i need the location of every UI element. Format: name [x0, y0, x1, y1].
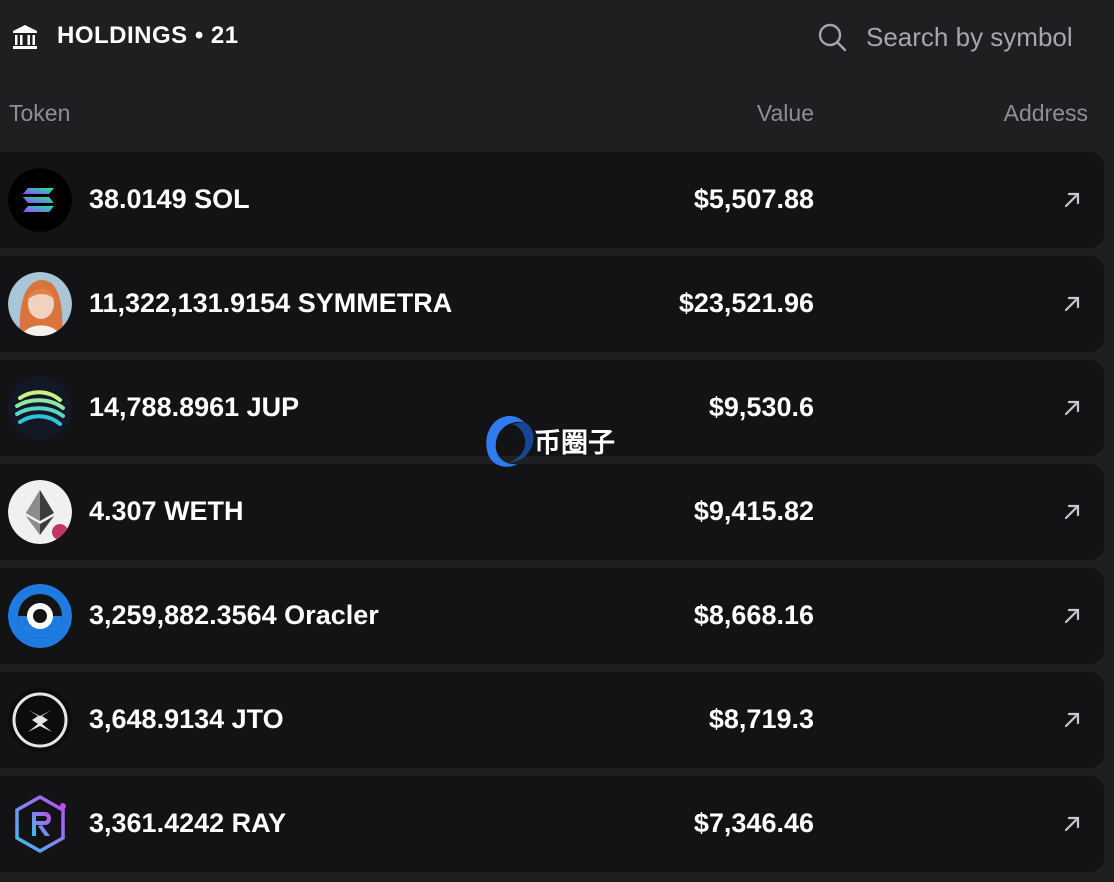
- holding-value: $8,719.3: [708, 704, 814, 734]
- external-link-icon[interactable]: [1060, 708, 1084, 732]
- holding-amount: 3,259,882.3564 Oracler: [89, 600, 379, 630]
- holding-amount: 38.0149 SOL: [89, 184, 250, 214]
- ethereum-icon: [8, 480, 72, 544]
- holding-amount: 3,361.4242 RAY: [89, 808, 287, 838]
- external-link-icon[interactable]: [1060, 604, 1084, 628]
- column-header-value: Value: [756, 100, 814, 126]
- external-link-icon[interactable]: [1060, 396, 1084, 420]
- holding-value: $8,668.16: [693, 600, 814, 630]
- symmetra-avatar-icon: [8, 272, 72, 336]
- oracler-icon: [8, 584, 72, 648]
- holding-value: $7,346.46: [693, 808, 814, 838]
- holding-amount: 3,648.9134 JTO: [89, 704, 284, 734]
- solana-icon: [8, 168, 72, 232]
- column-header-token: Token: [9, 100, 71, 126]
- holding-value: $9,415.82: [693, 496, 814, 526]
- jupiter-icon: [8, 376, 72, 440]
- external-link-icon[interactable]: [1060, 500, 1084, 524]
- holdings-list: 38.0149 SOL $5,507.88 11,322,131.9154 SY…: [0, 152, 1104, 880]
- holding-amount: 4.307 WETH: [89, 496, 244, 526]
- external-link-icon[interactable]: [1060, 188, 1084, 212]
- holding-row[interactable]: 3,648.9134 JTO $8,719.3: [0, 672, 1104, 768]
- holding-row[interactable]: 3,361.4242 RAY $7,346.46: [0, 776, 1104, 872]
- holding-amount: 14,788.8961 JUP: [89, 392, 300, 422]
- external-link-icon[interactable]: [1060, 812, 1084, 836]
- holding-value: $9,530.6: [708, 392, 814, 422]
- holding-row[interactable]: 3,259,882.3564 Oracler $8,668.16: [0, 568, 1104, 664]
- page-title: HOLDINGS • 21: [57, 22, 239, 49]
- bank-icon: [13, 25, 37, 49]
- holding-row[interactable]: 38.0149 SOL $5,507.88: [0, 152, 1104, 248]
- raydium-icon: [8, 792, 72, 856]
- holding-value: $23,521.96: [678, 288, 814, 318]
- holding-value: $5,507.88: [693, 184, 814, 214]
- holding-row[interactable]: 14,788.8961 JUP $9,530.6: [0, 360, 1104, 456]
- column-header-address: Address: [1003, 100, 1088, 126]
- holding-row[interactable]: 4.307 WETH $9,415.82: [0, 464, 1104, 560]
- holding-row[interactable]: 11,322,131.9154 SYMMETRA $23,521.96: [0, 256, 1104, 352]
- search-icon[interactable]: [817, 22, 847, 52]
- jito-icon: [8, 688, 72, 752]
- holding-amount: 11,322,131.9154 SYMMETRA: [89, 288, 453, 318]
- external-link-icon[interactable]: [1060, 292, 1084, 316]
- search-input[interactable]: [866, 16, 1106, 58]
- holdings-header: HOLDINGS • 21: [0, 0, 1114, 74]
